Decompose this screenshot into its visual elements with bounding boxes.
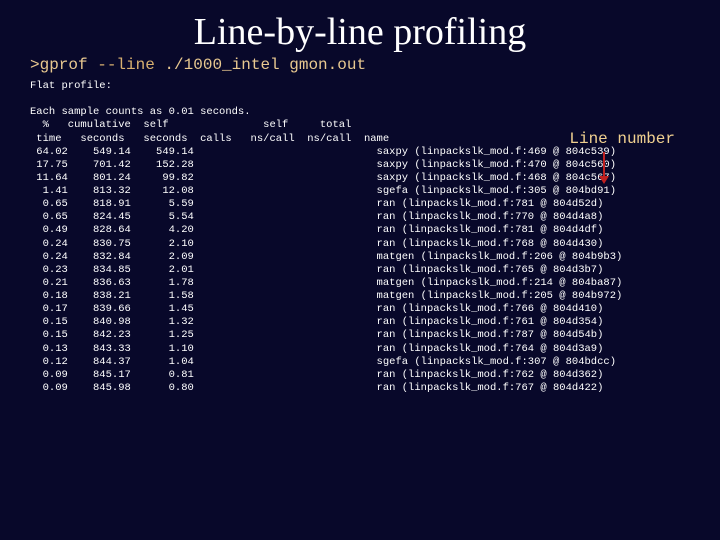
header-row2: time seconds seconds calls ns/call ns/ca… <box>30 133 389 145</box>
profile-body: Flat profile: Each sample counts as 0.01… <box>30 80 690 395</box>
slide: Line-by-line profiling >gprof --line ./1… <box>0 0 720 405</box>
cmd-rest: ./1000_intel gmon.out <box>155 56 366 74</box>
sample-line: Each sample counts as 0.01 seconds. <box>30 106 251 118</box>
line-number-annotation: Line number <box>569 130 675 148</box>
page-title: Line-by-line profiling <box>30 10 690 54</box>
arrow-icon <box>603 152 605 178</box>
cmd-option: --line <box>97 56 155 74</box>
table-rows: 64.02 549.14 549.14 saxpy (linpackslk_mo… <box>30 146 622 394</box>
command-line: >gprof --line ./1000_intel gmon.out <box>30 56 690 74</box>
header-row1: % cumulative self self total <box>30 119 364 131</box>
cmd-prompt: >gprof <box>30 56 97 74</box>
flat-label: Flat profile: <box>30 80 112 92</box>
